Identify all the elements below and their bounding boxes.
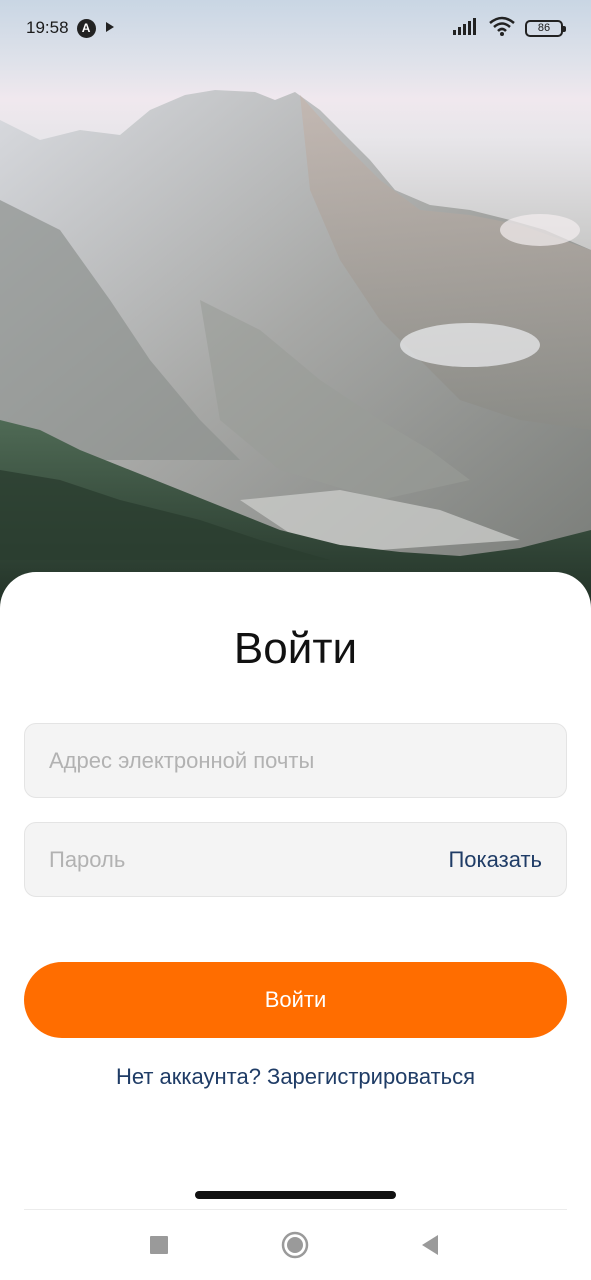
login-sheet: Войти Показать Войти Нет аккаунта? Зарег…	[0, 572, 591, 1280]
status-right: 86	[453, 16, 566, 41]
clock: 19:58	[26, 18, 69, 37]
status-left: 19:58 A	[26, 18, 116, 38]
battery-level: 86	[537, 22, 551, 34]
show-password-button[interactable]: Показать	[448, 847, 542, 873]
home-indicator[interactable]	[195, 1191, 396, 1199]
mountain-hero-image	[0, 0, 591, 620]
wifi-icon	[489, 16, 515, 41]
play-store-icon	[104, 18, 116, 38]
password-input[interactable]	[49, 846, 449, 873]
square-recents-icon[interactable]	[139, 1230, 179, 1260]
page-title: Войти	[233, 624, 358, 673]
cellular-signal-icon	[453, 17, 479, 40]
a-circle-icon: A	[76, 18, 96, 38]
email-input[interactable]	[49, 747, 542, 774]
email-field[interactable]	[24, 723, 567, 798]
battery-icon: 86	[525, 19, 566, 37]
system-nav-bar	[0, 1210, 591, 1280]
password-field[interactable]: Показать	[24, 822, 567, 897]
register-link[interactable]: Нет аккаунта? Зарегистрироваться	[0, 1064, 591, 1090]
login-button[interactable]: Войти	[24, 962, 567, 1038]
triangle-back-icon[interactable]	[410, 1230, 450, 1260]
circle-home-icon[interactable]	[275, 1230, 315, 1260]
status-bar: 19:58 A 86	[0, 0, 591, 56]
